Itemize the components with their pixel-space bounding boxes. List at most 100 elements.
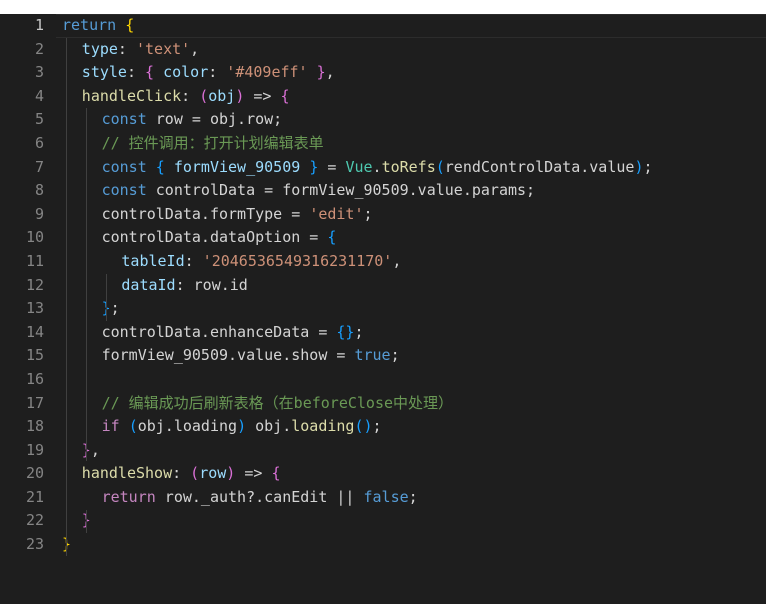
- code-line[interactable]: 16: [0, 368, 766, 392]
- code-text: },: [82, 439, 100, 463]
- code-token: const: [101, 181, 147, 200]
- code-token: ;: [363, 204, 373, 223]
- code-line[interactable]: 14 controlData.enhanceData = {};: [0, 321, 766, 345]
- line-number: 8: [34, 181, 44, 200]
- code-token: (: [199, 86, 209, 105]
- code-token: row = obj.row;: [146, 110, 283, 129]
- code-token: '#409eff': [226, 63, 308, 82]
- code-token: (: [190, 464, 200, 483]
- code-line[interactable]: 9 controlData.formType = 'edit';: [0, 203, 766, 227]
- code-token: (: [128, 417, 138, 436]
- code-token: (): [354, 417, 373, 436]
- code-token: ): [237, 417, 247, 436]
- line-number: 18: [25, 417, 44, 436]
- indent-guide-level-1: [66, 37, 67, 556]
- line-number: 11: [25, 251, 44, 270]
- code-token: // 编辑成功后刷新表格（在beforeClose中处理）: [101, 393, 454, 412]
- code-line[interactable]: 15 formView_90509.value.show = true;: [0, 344, 766, 368]
- code-line[interactable]: 22}: [0, 509, 766, 533]
- line-number: 15: [25, 346, 44, 365]
- code-token: rendControlData.value: [444, 157, 635, 176]
- code-line[interactable]: 12 dataId: row.id: [0, 274, 766, 298]
- code-text: tableId: '2046536549316231170',: [121, 250, 401, 274]
- code-token: :: [117, 39, 136, 58]
- code-token: row: [199, 464, 227, 483]
- code-line[interactable]: 1 return {: [0, 14, 766, 38]
- code-token: ,: [90, 440, 100, 459]
- code-line[interactable]: 11 tableId: '2046536549316231170',: [0, 250, 766, 274]
- code-token: '2046536549316231170': [202, 251, 393, 270]
- line-number: 20: [25, 464, 44, 483]
- line-number: 12: [25, 275, 44, 294]
- code-token: color: [163, 63, 209, 82]
- indent-guide-level-2b: [86, 509, 87, 534]
- code-token: toRefs: [381, 157, 436, 176]
- code-token: :: [184, 251, 203, 270]
- code-token: {: [327, 228, 337, 247]
- code-token: obj.loading: [137, 417, 238, 436]
- code-token: handleClick: [81, 86, 182, 105]
- code-text: if (obj.loading) obj.loading();: [102, 415, 382, 439]
- code-text: controlData.dataOption = {: [102, 226, 337, 250]
- code-token: :: [181, 86, 200, 105]
- code-line[interactable]: 23}: [0, 533, 766, 557]
- code-token: }: [316, 63, 326, 82]
- code-token: 'text': [135, 39, 191, 58]
- code-token: ): [235, 86, 245, 105]
- code-text: handleClick: (obj) => {: [82, 85, 290, 109]
- code-token: handleShow: [81, 464, 173, 483]
- code-token: false: [363, 487, 409, 506]
- line-number: 10: [25, 228, 44, 247]
- code-editor[interactable]: 1 return {2 type: 'text', 3 style: { color: …: [0, 14, 766, 604]
- code-line[interactable]: 7 const { formView_90509 } = Vue.toRefs(r…: [0, 156, 766, 180]
- code-token: :: [126, 63, 146, 82]
- code-line[interactable]: 6 // 控件调用：打开计划编辑表单: [0, 132, 766, 156]
- code-token: const: [101, 157, 147, 176]
- code-line[interactable]: 8 const controlData = formView_90509.valu…: [0, 179, 766, 203]
- code-token: {: [280, 86, 290, 105]
- code-token: formView_90509: [164, 157, 310, 176]
- line-number: 22: [25, 511, 44, 530]
- code-line[interactable]: 19},: [0, 439, 766, 463]
- code-text: style: { color: '#409eff' },: [82, 61, 335, 85]
- code-token: ,: [190, 39, 200, 58]
- code-token: : row.id: [175, 275, 248, 294]
- code-token: ,: [325, 63, 335, 82]
- code-line[interactable]: 2 type: 'text',: [0, 38, 766, 62]
- code-line[interactable]: 10 controlData.dataOption = {: [0, 226, 766, 250]
- code-token: {: [155, 157, 165, 176]
- code-token: :: [208, 63, 227, 82]
- code-token: dataId: [121, 275, 176, 294]
- code-token: obj.: [246, 417, 292, 436]
- code-token: obj: [208, 86, 236, 105]
- code-line[interactable]: 17 // 编辑成功后刷新表格（在beforeClose中处理）: [0, 392, 766, 416]
- code-line[interactable]: 4 handleClick: (obj) => {: [0, 85, 766, 109]
- line-number: 17: [25, 393, 44, 412]
- code-text: return row._auth?.canEdit || false;: [102, 486, 418, 510]
- line-number: 5: [34, 110, 44, 129]
- code-line[interactable]: 18 if (obj.loading) obj.loading();: [0, 415, 766, 439]
- code-line[interactable]: 5 const row = obj.row;: [0, 108, 766, 132]
- code-line[interactable]: 20 handleShow: (row) => {: [0, 462, 766, 486]
- code-token: return: [101, 487, 156, 506]
- line-number: 1: [34, 16, 44, 34]
- code-lines[interactable]: 1 return {2 type: 'text', 3 style: { color: …: [0, 14, 766, 557]
- code-token: {: [271, 464, 281, 483]
- code-token: ;: [390, 346, 400, 365]
- code-token: ;: [354, 322, 364, 341]
- code-line[interactable]: 13};: [0, 297, 766, 321]
- line-number: 19: [25, 440, 44, 459]
- code-text: const controlData = formView_90509.value…: [102, 179, 535, 203]
- code-token: ,: [392, 251, 402, 270]
- code-token: controlData.dataOption =: [101, 228, 328, 247]
- code-text: };: [102, 297, 120, 321]
- code-token: {}: [336, 322, 355, 341]
- code-line[interactable]: 3 style: { color: '#409eff' },: [0, 61, 766, 85]
- line-number: 9: [34, 204, 44, 223]
- code-token: Vue: [345, 157, 373, 176]
- code-token: if: [101, 417, 120, 436]
- code-line[interactable]: 21 return row._auth?.canEdit || false;: [0, 486, 766, 510]
